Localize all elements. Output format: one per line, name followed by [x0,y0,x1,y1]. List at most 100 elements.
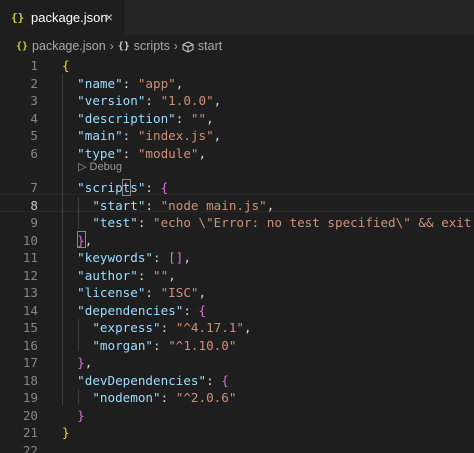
code-text: "test": "echo \"Error: no test specified… [62,214,474,232]
code-text: "type": "module", [62,145,206,163]
cube-icon [182,41,194,53]
code-token: , [213,128,222,143]
line-number: 7 [30,180,38,195]
code-token: : [175,110,191,126]
code-text: }, [62,232,92,250]
code-token: "version" [77,93,146,108]
code-token: "express" [92,320,161,335]
code-line[interactable]: 4 "description": "", [0,110,474,128]
line-number: 22 [22,442,38,453]
code-line[interactable]: 13 "license": "ISC", [0,284,474,302]
code-text: "morgan": "^1.10.0" [62,337,236,355]
code-token: : [206,372,222,388]
code-token: } [77,232,85,248]
code-line[interactable]: 9 "test": "echo \"Error: no test specifi… [0,214,474,232]
line-number: 5 [30,128,38,143]
line-number: 21 [22,425,38,440]
code-token: "description" [77,110,176,126]
code-line[interactable]: 3 "version": "1.0.0", [0,92,474,110]
close-icon[interactable]: × [101,9,117,25]
code-text: "nodemon": "^2.0.6" [62,389,236,407]
code-line[interactable]: 11 "keywords": [], [0,249,474,267]
code-line[interactable]: 15 "express": "^4.17.1", [0,319,474,337]
code-token: "module" [137,145,199,161]
code-token: "scripts" [77,180,146,195]
tab-bar: {} package.json × [0,0,474,35]
code-line[interactable]: 19 "nodemon": "^2.0.6" [0,389,474,407]
line-number: 11 [22,250,38,265]
code-line[interactable]: 14 "dependencies": { [0,302,474,320]
line-number: 18 [22,372,38,388]
code-line[interactable]: 10 }, [0,232,474,250]
code-token: "type" [77,145,123,161]
code-line[interactable]: 7 "scripts": { [0,179,474,197]
code-text: "license": "ISC", [62,284,206,302]
line-number: 9 [30,215,38,230]
code-token: : [153,250,169,265]
code-token: "start" [92,197,146,213]
code-token: "author" [77,267,138,283]
code-token: "main" [77,128,123,143]
code-token: "license" [77,285,146,300]
line-number: 3 [30,93,38,108]
code-token: : [183,302,199,318]
code-token: { [62,58,70,73]
code-token: "echo \"Error: no test specified\" && ex… [153,215,474,230]
code-line[interactable]: 17 }, [0,354,474,372]
code-token: "app" [137,75,176,91]
code-token: "keywords" [77,250,153,265]
line-number: 12 [22,267,38,283]
line-number: 1 [30,58,38,73]
code-token: "node main.js" [160,197,267,213]
code-editor[interactable]: ▷ Debug 1{2 "name": "app", 3 "version": "… [0,57,474,453]
tab-package-json[interactable]: {} package.json × [0,0,125,35]
code-text: "author": "", [62,267,176,285]
code-line[interactable]: 2 "name": "app", [0,75,474,93]
code-line[interactable]: 12 "author": "", [0,267,474,285]
code-token: "nodemon" [92,390,161,405]
code-line[interactable]: 5 "main": "index.js", [0,127,474,145]
code-token: , [244,320,252,335]
code-token: "devDependencies" [77,372,207,388]
code-line[interactable]: 18 "devDependencies": { [0,372,474,390]
code-line[interactable]: 22 [0,442,474,453]
code-token: : [160,390,176,405]
code-line[interactable]: 6 "type": "module", [0,145,474,163]
code-token: , [266,197,275,213]
code-token: "test" [92,215,138,230]
code-text: "scripts": { [62,179,168,197]
code-token: : [145,180,161,195]
code-token: , [206,110,214,126]
code-line[interactable]: 8 "start": "node main.js", [0,197,474,215]
breadcrumb-item-start[interactable]: start [198,39,222,53]
code-line[interactable]: 20 } [0,407,474,425]
code-token: : [160,320,176,335]
code-token: : [122,145,138,161]
breadcrumb-item-package-json[interactable]: package.json [32,39,106,53]
json-file-icon: {} [16,40,29,52]
code-token: { [160,180,169,195]
code-line[interactable]: 16 "morgan": "^1.10.0" [0,337,474,355]
code-token: , [183,250,191,265]
line-number: 16 [22,337,38,353]
breadcrumb: {} package.json › {} scripts › start [0,35,474,57]
code-token: } [77,407,85,423]
codelens-debug[interactable]: ▷ Debug [78,160,122,175]
line-number: 8 [30,197,38,213]
line-number: 10 [22,232,38,248]
object-icon: {} [117,40,130,52]
code-line[interactable]: 21} [0,424,474,442]
breadcrumb-item-scripts[interactable]: scripts [134,39,170,53]
code-line[interactable]: 1{ [0,57,474,75]
json-file-icon: {} [11,11,25,24]
